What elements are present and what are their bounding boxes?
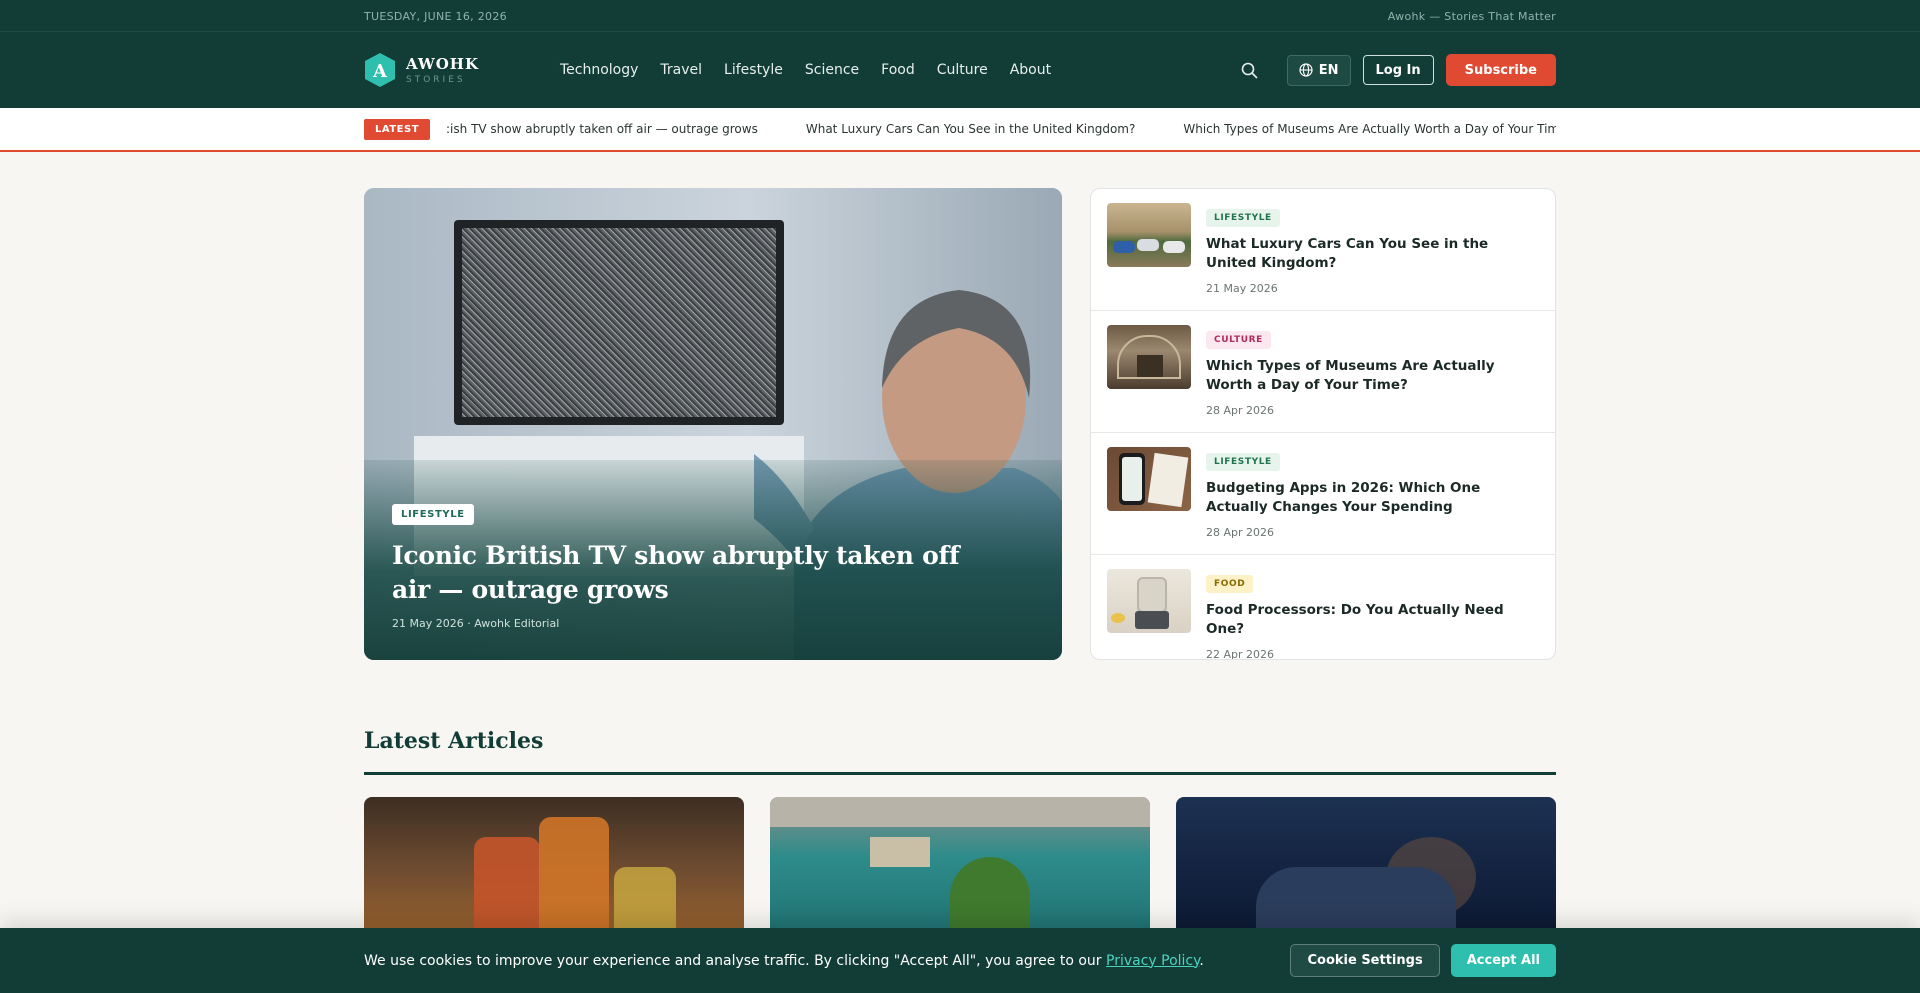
article-title[interactable]: What Luxury Cars Can You See in the Unit… — [1206, 235, 1539, 273]
article-thumbnail — [1107, 447, 1191, 511]
article-date: 21 May 2026 — [1206, 282, 1278, 295]
ticker-item[interactable]: :ish TV show abruptly taken off air — ou… — [446, 122, 758, 136]
hero-image — [454, 220, 784, 425]
globe-icon — [1299, 63, 1313, 77]
site-header: A AWOHK STORIES Technology Travel Lifest… — [0, 32, 1920, 108]
latest-articles-grid — [364, 797, 1556, 947]
article-thumbnail — [1107, 325, 1191, 389]
list-item[interactable]: LIFESTYLE What Luxury Cars Can You See i… — [1091, 189, 1555, 311]
nav-item-culture[interactable]: Culture — [937, 62, 988, 78]
cookie-message: We use cookies to improve your experienc… — [364, 952, 1204, 969]
category-tag[interactable]: FOOD — [1206, 575, 1254, 593]
featured-list: LIFESTYLE What Luxury Cars Can You See i… — [1090, 188, 1556, 660]
current-date: TUESDAY, JUNE 16, 2026 — [364, 9, 507, 23]
privacy-policy-link[interactable]: Privacy Policy — [1106, 953, 1199, 969]
cookie-banner: We use cookies to improve your experienc… — [0, 928, 1920, 993]
language-button[interactable]: EN — [1286, 54, 1351, 86]
cookie-settings-button[interactable]: Cookie Settings — [1290, 944, 1440, 977]
latest-badge: LATEST — [364, 118, 431, 140]
article-card[interactable] — [1176, 797, 1556, 947]
list-item[interactable]: FOOD Food Processors: Do You Actually Ne… — [1091, 555, 1555, 660]
hero-article[interactable]: LIFESTYLE Iconic British TV show abruptl… — [364, 188, 1062, 660]
ticker-item[interactable]: Which Types of Museums Are Actually Wort… — [1183, 122, 1556, 136]
nav-item-travel[interactable]: Travel — [660, 62, 702, 78]
article-date: 22 Apr 2026 — [1206, 648, 1275, 660]
hero-title[interactable]: Iconic British TV show abruptly taken of… — [392, 539, 992, 607]
main-nav: Technology Travel Lifestyle Science Food… — [560, 62, 1073, 78]
nav-item-lifestyle[interactable]: Lifestyle — [724, 62, 783, 78]
list-item[interactable]: CULTURE Which Types of Museums Are Actua… — [1091, 311, 1555, 433]
article-thumbnail — [1107, 569, 1191, 633]
article-date: 28 Apr 2026 — [1206, 526, 1275, 539]
ticker-item[interactable]: What Luxury Cars Can You See in the Unit… — [806, 122, 1136, 136]
accept-all-button[interactable]: Accept All — [1450, 944, 1556, 977]
hero-meta: 21 May 2026 · Awohk Editorial — [392, 617, 560, 630]
hero-category-tag[interactable]: LIFESTYLE — [392, 504, 474, 525]
top-bar: TUESDAY, JUNE 16, 2026 Awohk — Stories T… — [0, 0, 1920, 32]
logo-mark-icon: A — [364, 52, 396, 88]
list-item[interactable]: LIFESTYLE Budgeting Apps in 2026: Which … — [1091, 433, 1555, 555]
search-icon — [1241, 62, 1258, 78]
article-card[interactable] — [770, 797, 1150, 947]
article-title[interactable]: Budgeting Apps in 2026: Which One Actual… — [1206, 479, 1539, 517]
svg-text:A: A — [372, 61, 388, 82]
nav-item-technology[interactable]: Technology — [560, 62, 638, 78]
article-card[interactable] — [364, 797, 744, 947]
search-button[interactable] — [1235, 55, 1265, 85]
site-logo[interactable]: A AWOHK STORIES — [364, 52, 560, 88]
subscribe-button[interactable]: Subscribe — [1445, 54, 1556, 86]
section-divider — [364, 772, 1556, 775]
article-title[interactable]: Food Processors: Do You Actually Need On… — [1206, 601, 1539, 639]
nav-item-science[interactable]: Science — [805, 62, 859, 78]
section-heading: Latest Articles — [364, 728, 544, 754]
site-tagline: Awohk — Stories That Matter — [1387, 9, 1556, 23]
language-label: EN — [1318, 62, 1339, 78]
category-tag[interactable]: LIFESTYLE — [1206, 453, 1280, 471]
login-button[interactable]: Log In — [1362, 55, 1434, 85]
news-ticker: LATEST :ish TV show abruptly taken off a… — [0, 108, 1920, 152]
category-tag[interactable]: LIFESTYLE — [1206, 209, 1280, 227]
logo-subtitle: STORIES — [406, 75, 466, 85]
nav-item-about[interactable]: About — [1010, 62, 1051, 78]
article-date: 28 Apr 2026 — [1206, 404, 1275, 417]
category-tag[interactable]: CULTURE — [1206, 331, 1271, 349]
article-title[interactable]: Which Types of Museums Are Actually Wort… — [1206, 357, 1539, 395]
nav-item-food[interactable]: Food — [881, 62, 915, 78]
article-thumbnail — [1107, 203, 1191, 267]
logo-name: AWOHK — [406, 55, 480, 73]
